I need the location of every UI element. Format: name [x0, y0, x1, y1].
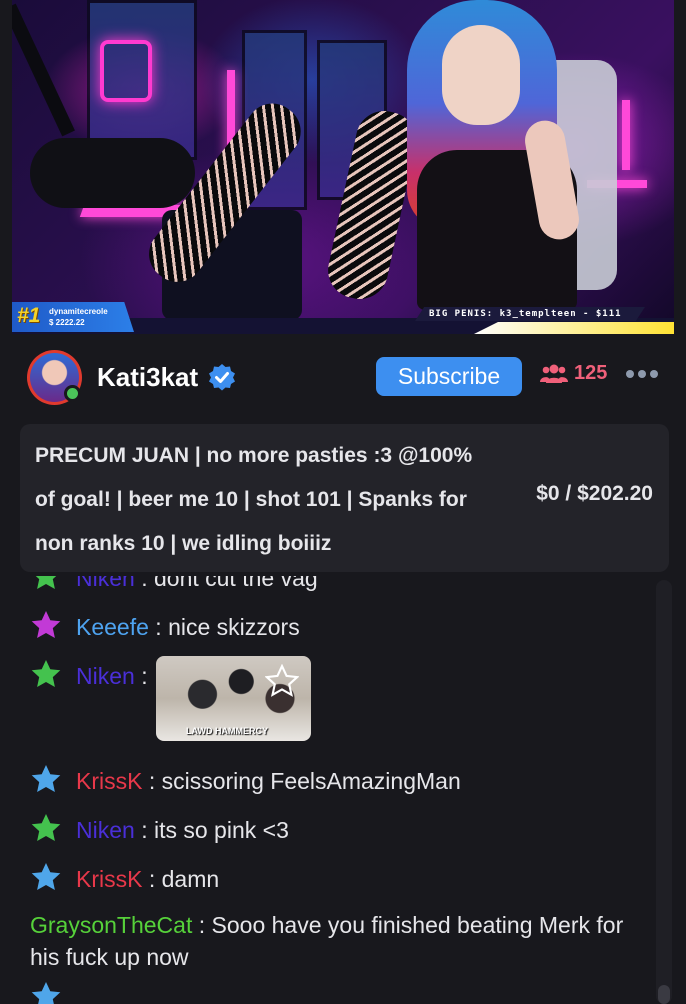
star-badge-icon: [31, 814, 61, 841]
channel-header: Kati3kat Subscribe 125: [0, 334, 686, 420]
chat-message: KrissK : scissoring FeelsAmazingMan: [30, 763, 650, 797]
star-badge-icon: [35, 576, 57, 589]
chat-username[interactable]: KrissK: [76, 866, 142, 892]
microphone-arm: [12, 3, 75, 137]
subscribe-button[interactable]: Subscribe: [376, 357, 522, 396]
microphone: [30, 138, 195, 208]
chat-text: : nice skizzors: [148, 614, 300, 640]
overlay-ticker: BIG PENIS: k3_templteen - $111: [415, 307, 645, 321]
tip-goal-progress: $0 / $202.20: [536, 482, 653, 505]
chat-username[interactable]: Keeefe: [76, 614, 149, 640]
chat-message: Niken : dont cut the vag: [30, 576, 650, 594]
neon-sign: [100, 40, 152, 102]
star-badge-icon: [31, 611, 61, 638]
star-outline-icon: [265, 664, 299, 697]
viewer-count-value: 125: [574, 362, 608, 384]
goal-line: of goal! | beer me 10 | shot 101 | Spank…: [35, 488, 467, 511]
verified-check-icon: [209, 364, 235, 391]
goal-line: PRECUM JUAN | no more pasties :3 @100%: [35, 444, 473, 467]
goal-line: non ranks 10 | we idling boiiiz: [35, 532, 332, 555]
chat-scrollbar-track[interactable]: [656, 580, 672, 1004]
users-icon: [540, 364, 568, 383]
stream-video-player[interactable]: BIG PENIS: k3_templteen - $111 #1 dynami…: [12, 0, 674, 334]
chat-message: Keeefe : nice skizzors: [30, 609, 650, 643]
star-badge-icon: [31, 660, 61, 687]
chat-message: Niken :: [30, 658, 650, 692]
chat-sticker-image[interactable]: LAWD HAMMERCY: [156, 656, 311, 741]
star-badge-icon: [31, 863, 61, 890]
viewer-count[interactable]: 125: [540, 362, 607, 385]
chat-username[interactable]: Niken: [76, 663, 135, 689]
sticker-caption: LAWD HAMMERCY: [186, 726, 268, 736]
chat-username[interactable]: Niken: [76, 576, 135, 591]
chat-message: KrissK : damn: [30, 861, 650, 895]
chat-username[interactable]: KrissK: [76, 768, 142, 794]
online-status-dot: [64, 385, 81, 402]
top-donor-amount: $ 2222.22: [49, 318, 85, 327]
chat-text: : damn: [142, 866, 220, 892]
chat-message-partial: [30, 980, 650, 1004]
chat-text: :: [134, 663, 148, 689]
chat-scrollbar-thumb[interactable]: [658, 985, 670, 1004]
top-donor-name: dynamitecreole: [49, 307, 108, 316]
chat-username[interactable]: Niken: [76, 817, 135, 843]
star-badge-icon: [31, 982, 61, 1004]
stream-overlay-stripe: [474, 322, 674, 334]
chat-panel[interactable]: Niken : dont cut the vag Keeefe : nice s…: [0, 576, 686, 1004]
streamer-face: [442, 25, 520, 125]
tip-goal-description: PRECUM JUAN | no more pasties :3 @100% o…: [35, 434, 505, 566]
chat-text: : dont cut the vag: [134, 576, 318, 591]
tip-goal-card: PRECUM JUAN | no more pasties :3 @100% o…: [20, 424, 669, 572]
star-badge-icon: [31, 765, 61, 792]
more-horizontal-icon[interactable]: [626, 370, 658, 378]
neon-light: [622, 100, 630, 170]
chat-text: : its so pink <3: [134, 817, 289, 843]
chat-message: Niken : its so pink <3: [30, 812, 650, 846]
chat-message: GraysonTheCat : Sooo have you finished b…: [30, 909, 630, 973]
channel-name[interactable]: Kati3kat: [97, 362, 198, 393]
rank-number: #1: [17, 304, 41, 327]
chat-username[interactable]: GraysonTheCat: [30, 912, 192, 938]
chat-text: : scissoring FeelsAmazingMan: [142, 768, 461, 794]
top-donor-badge: #1 dynamitecreole $ 2222.22: [12, 302, 134, 332]
